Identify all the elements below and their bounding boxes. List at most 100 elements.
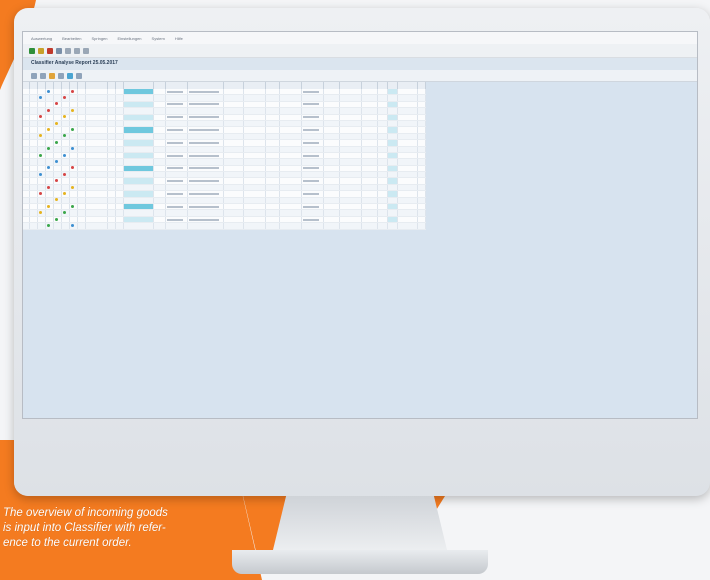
status-icon [70, 128, 74, 132]
column-header[interactable] [123, 82, 154, 89]
find-icon[interactable] [74, 47, 80, 54]
status-icon [38, 172, 42, 176]
sum-icon[interactable] [49, 72, 55, 79]
column-header[interactable] [265, 82, 280, 89]
table-cell [165, 222, 188, 230]
sort-icon[interactable] [31, 72, 37, 79]
column-header[interactable] [165, 82, 188, 89]
column-header[interactable] [53, 82, 62, 89]
table-cell [243, 222, 266, 230]
column-header[interactable] [153, 82, 166, 89]
cell-text [188, 103, 219, 106]
table-cell [301, 222, 324, 230]
table-cell [265, 222, 280, 230]
data-grid [23, 82, 697, 418]
menu-item[interactable]: Auswertung [31, 36, 52, 41]
table-cell [85, 222, 108, 230]
table-row[interactable] [23, 222, 426, 230]
table-cell [223, 222, 244, 230]
cell-text [188, 116, 219, 119]
status-icon [70, 147, 74, 151]
menu-item[interactable]: Springen [91, 36, 107, 41]
cell-text [188, 129, 219, 132]
cell-text [302, 129, 319, 132]
table-cell [279, 222, 302, 230]
column-header[interactable] [107, 82, 116, 89]
status-icon [62, 153, 66, 157]
caption-line: is input into Classifier with refer- [3, 522, 166, 534]
column-header[interactable] [61, 82, 70, 89]
menu-item[interactable]: Einstellungen [118, 36, 142, 41]
column-header[interactable] [187, 82, 224, 89]
cell-text [188, 167, 219, 170]
cell-text [166, 129, 183, 132]
column-header[interactable] [377, 82, 388, 89]
table-cell [377, 222, 388, 230]
table-cell [107, 222, 116, 230]
table-cell [417, 222, 426, 230]
cell-text [166, 154, 183, 157]
cancel-icon[interactable] [47, 47, 53, 54]
export-icon[interactable] [58, 72, 64, 79]
system-toolbar [23, 44, 697, 58]
status-icon [46, 89, 50, 93]
status-icon [62, 96, 66, 100]
column-header[interactable] [397, 82, 418, 89]
table-cell [361, 222, 378, 230]
column-header[interactable] [361, 82, 378, 89]
column-header[interactable] [115, 82, 124, 89]
table-cell [115, 222, 124, 230]
status-icon [46, 204, 50, 208]
cell-text [166, 116, 183, 119]
column-header[interactable] [69, 82, 78, 89]
column-header[interactable] [301, 82, 324, 89]
column-header[interactable] [37, 82, 46, 89]
menu-item[interactable]: System [152, 36, 165, 41]
column-header[interactable] [417, 82, 426, 89]
cell-text [166, 180, 183, 183]
table-cell [53, 222, 62, 230]
column-header[interactable] [45, 82, 54, 89]
print-icon[interactable] [65, 47, 71, 54]
settings-icon[interactable] [83, 47, 89, 54]
exit-icon[interactable] [38, 47, 44, 54]
cell-text [302, 192, 319, 195]
menu-item[interactable]: Bearbeiten [62, 36, 81, 41]
column-header[interactable] [243, 82, 266, 89]
save-icon[interactable] [56, 47, 62, 54]
cell-text [188, 205, 219, 208]
table-cell [69, 222, 78, 230]
table-cell [153, 222, 166, 230]
status-icon [38, 96, 42, 100]
column-header[interactable] [77, 82, 86, 89]
status-icon [70, 185, 74, 189]
status-icon [46, 147, 50, 151]
cell-text [302, 218, 319, 221]
status-icon [38, 134, 42, 138]
table-cell [77, 222, 86, 230]
column-header[interactable] [323, 82, 340, 89]
column-header[interactable] [223, 82, 244, 89]
column-header[interactable] [339, 82, 362, 89]
status-icon [38, 153, 42, 157]
column-header[interactable] [85, 82, 108, 89]
layout-icon[interactable] [67, 72, 73, 79]
status-icon [62, 211, 66, 215]
status-icon [38, 191, 42, 195]
refresh-icon[interactable] [76, 72, 82, 79]
status-icon [46, 128, 50, 132]
cell-text [166, 103, 183, 106]
page-title: Classifier Analyse Report 25.05.2017 [23, 58, 697, 70]
app-window: Auswertung Bearbeiten Springen Einstellu… [22, 31, 698, 419]
status-icon [62, 172, 66, 176]
column-header[interactable] [387, 82, 398, 89]
filter-icon[interactable] [40, 72, 46, 79]
menu-item[interactable]: Hilfe [175, 36, 183, 41]
monitor-base [232, 550, 488, 574]
monitor-stand [272, 496, 448, 554]
table-cell [187, 222, 224, 230]
status-icon [46, 108, 50, 112]
back-icon[interactable] [29, 47, 35, 54]
column-header[interactable] [29, 82, 38, 89]
column-header[interactable] [279, 82, 302, 89]
